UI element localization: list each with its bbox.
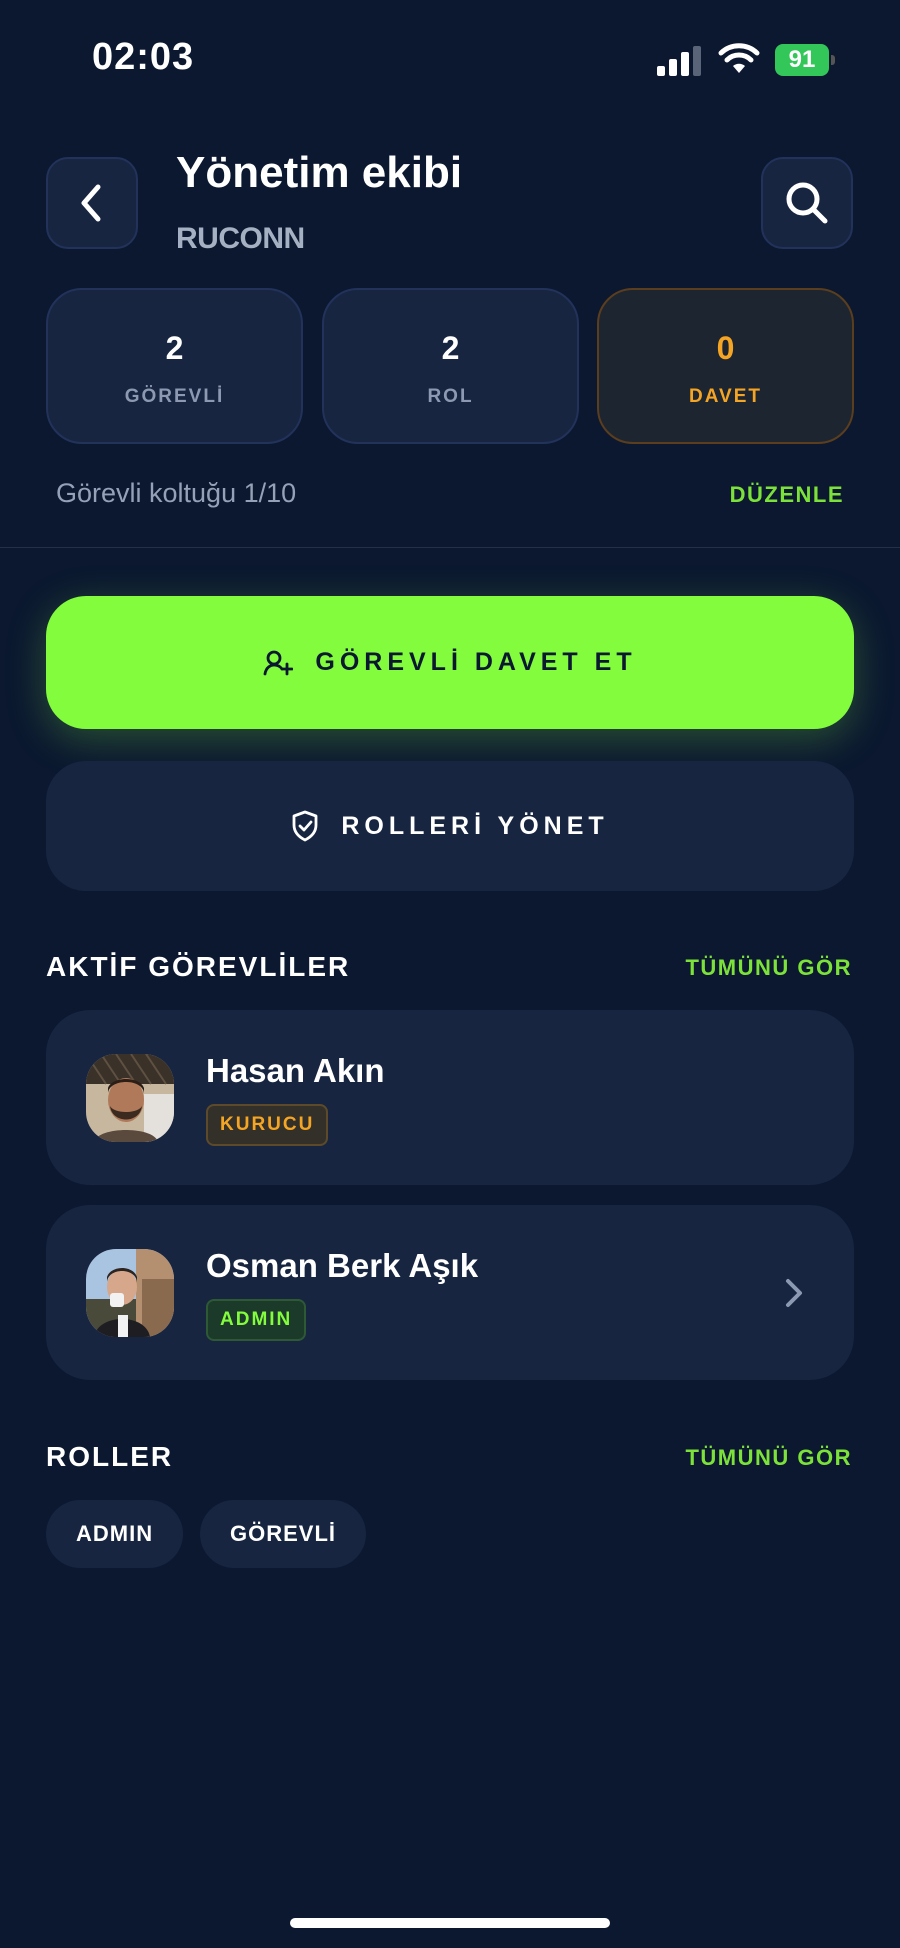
stat-card-roles[interactable]: 2 ROL	[322, 288, 579, 444]
stat-value: 2	[165, 330, 184, 366]
divider	[0, 547, 900, 548]
seat-usage-text: Görevli koltuğu 1/10	[56, 478, 297, 508]
role-badge: KURUCU	[206, 1104, 329, 1146]
chevron-right-icon	[786, 1279, 802, 1307]
avatar	[86, 1249, 174, 1337]
search-icon	[786, 182, 828, 224]
manage-roles-label: ROLLERİ YÖNET	[341, 811, 609, 840]
invite-staff-label: GÖREVLİ DAVET ET	[315, 648, 637, 676]
role-chip-staff[interactable]: GÖREVLİ	[200, 1500, 367, 1568]
stat-label: DAVET	[689, 386, 762, 407]
status-time: 02:03	[92, 36, 195, 78]
member-name: Osman Berk Aşık	[206, 1247, 479, 1284]
back-button[interactable]	[46, 157, 138, 249]
member-card[interactable]: Osman Berk Aşık ADMIN	[46, 1205, 854, 1380]
role-badge: ADMIN	[206, 1299, 307, 1341]
shield-check-icon	[292, 810, 318, 842]
stat-card-staff[interactable]: 2 GÖREVLİ	[46, 288, 303, 444]
member-name: Hasan Akın	[206, 1052, 385, 1089]
manage-roles-button[interactable]: ROLLERİ YÖNET	[46, 761, 854, 891]
home-indicator[interactable]	[290, 1918, 610, 1928]
page-title: Yönetim ekibi	[176, 148, 463, 197]
search-button[interactable]	[761, 157, 853, 249]
wifi-icon	[718, 43, 760, 73]
status-bar: 02:03 91	[0, 0, 900, 120]
role-chip-admin[interactable]: ADMIN	[46, 1500, 184, 1568]
active-members-title: AKTİF GÖREVLİLER	[46, 951, 351, 982]
cellular-signal-icon	[657, 46, 703, 76]
page-subtitle: RUCONN	[176, 222, 305, 255]
stat-label: ROL	[427, 386, 474, 407]
edit-seats-link[interactable]: DÜZENLE	[730, 482, 844, 508]
invite-staff-button[interactable]: GÖREVLİ DAVET ET	[46, 596, 854, 729]
avatar	[86, 1054, 174, 1142]
battery-icon: 91	[775, 44, 835, 76]
roles-see-all[interactable]: TÜMÜNÜ GÖR	[685, 1445, 852, 1471]
member-card[interactable]: Hasan Akın KURUCU	[46, 1010, 854, 1185]
stat-card-invites[interactable]: 0 DAVET	[597, 288, 854, 444]
user-add-icon	[263, 650, 294, 675]
battery-level: 91	[775, 44, 829, 76]
roles-title: ROLLER	[46, 1441, 174, 1472]
stat-label: GÖREVLİ	[124, 386, 225, 407]
chevron-left-icon	[81, 184, 101, 222]
active-members-see-all[interactable]: TÜMÜNÜ GÖR	[685, 955, 852, 981]
stat-value: 0	[716, 330, 735, 366]
stat-value: 2	[441, 330, 460, 366]
